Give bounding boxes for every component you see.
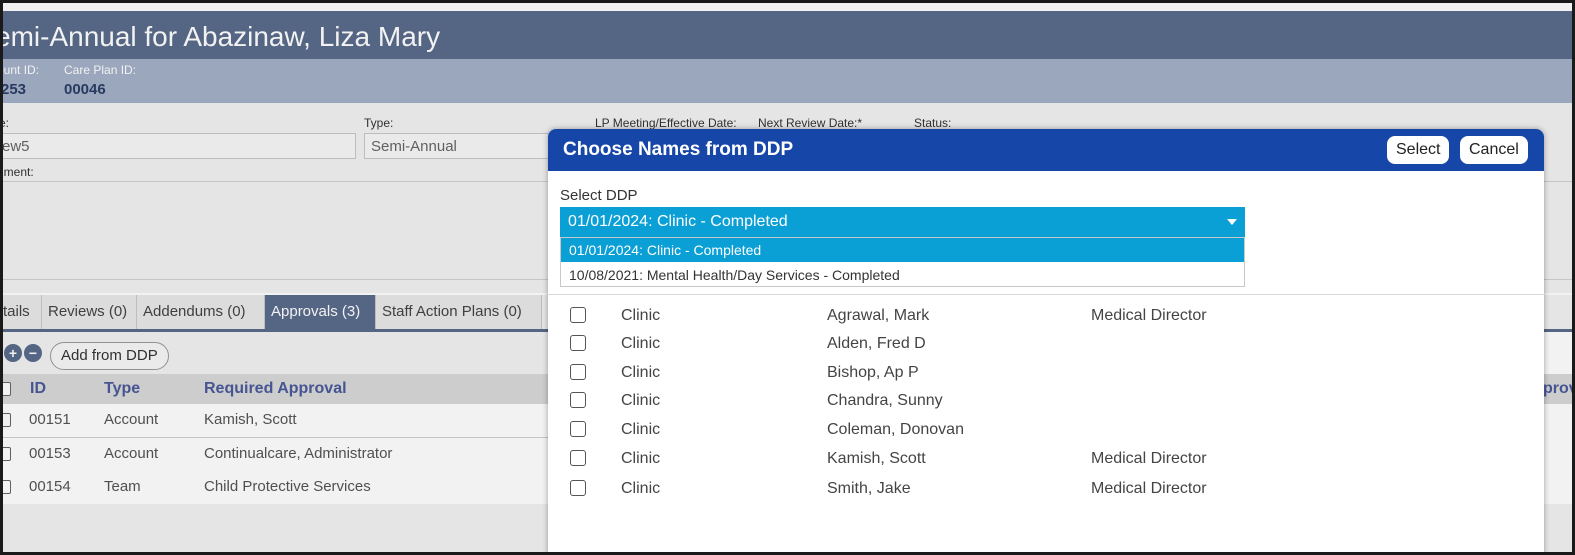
name-checkbox[interactable]	[570, 480, 586, 496]
list-item[interactable]: Clinic Bishop, Ap P	[548, 359, 1544, 387]
name-checkbox[interactable]	[570, 307, 586, 323]
list-item[interactable]: Clinic Smith, Jake Medical Director	[548, 475, 1544, 503]
name-checkbox[interactable]	[570, 335, 586, 351]
caret-down-icon[interactable]	[1227, 219, 1237, 225]
item-name: Alden, Fred D	[827, 335, 926, 352]
name-checkbox[interactable]	[570, 392, 586, 408]
item-group: Clinic	[621, 450, 661, 467]
item-group: Clinic	[621, 364, 661, 381]
dialog-title: Choose Names from DDP	[563, 139, 794, 160]
item-name: Kamish, Scott	[827, 450, 926, 467]
item-group: Clinic	[621, 421, 661, 438]
name-checkbox[interactable]	[570, 364, 586, 380]
dialog-header: Choose Names from DDP Select Cancel	[548, 129, 1544, 171]
item-group: Clinic	[621, 335, 661, 352]
name-checkbox[interactable]	[570, 421, 586, 437]
select-ddp-label: Select DDP	[560, 187, 638, 204]
cancel-button[interactable]: Cancel	[1460, 136, 1528, 164]
choose-names-dialog: Choose Names from DDP Select Cancel Sele…	[548, 129, 1544, 552]
item-group: Clinic	[621, 307, 661, 324]
item-group: Clinic	[621, 392, 661, 409]
list-item[interactable]: Clinic Coleman, Donovan	[548, 416, 1544, 444]
item-name: Agrawal, Mark	[827, 307, 930, 324]
select-ddp-value: 01/01/2024: Clinic - Completed	[568, 213, 788, 230]
item-group: Clinic	[621, 480, 661, 497]
name-checkbox[interactable]	[570, 450, 586, 466]
item-name: Bishop, Ap P	[827, 364, 919, 381]
item-role: Medical Director	[1091, 450, 1207, 467]
item-name: Coleman, Donovan	[827, 421, 964, 438]
select-ddp-dropdown[interactable]: 01/01/2024: Clinic - Completed	[560, 207, 1245, 237]
item-role: Medical Director	[1091, 480, 1207, 497]
list-item[interactable]: Clinic Chandra, Sunny	[548, 387, 1544, 415]
item-role: Medical Director	[1091, 307, 1207, 324]
item-name: Smith, Jake	[827, 480, 911, 497]
list-item[interactable]: Clinic Alden, Fred D	[548, 330, 1544, 358]
list-item[interactable]: Clinic Agrawal, Mark Medical Director	[548, 302, 1544, 330]
select-ddp-options: 01/01/2024: Clinic - Completed 10/08/202…	[560, 237, 1245, 287]
ddp-option[interactable]: 01/01/2024: Clinic - Completed	[561, 238, 1244, 262]
list-divider	[548, 294, 1544, 295]
ddp-option[interactable]: 10/08/2021: Mental Health/Day Services -…	[561, 263, 1244, 287]
list-item[interactable]: Clinic Kamish, Scott Medical Director	[548, 445, 1544, 473]
item-name: Chandra, Sunny	[827, 392, 943, 409]
select-button[interactable]: Select	[1387, 136, 1450, 164]
screen: emi-Annual for Abazinaw, Liza Mary ount …	[0, 0, 1575, 555]
